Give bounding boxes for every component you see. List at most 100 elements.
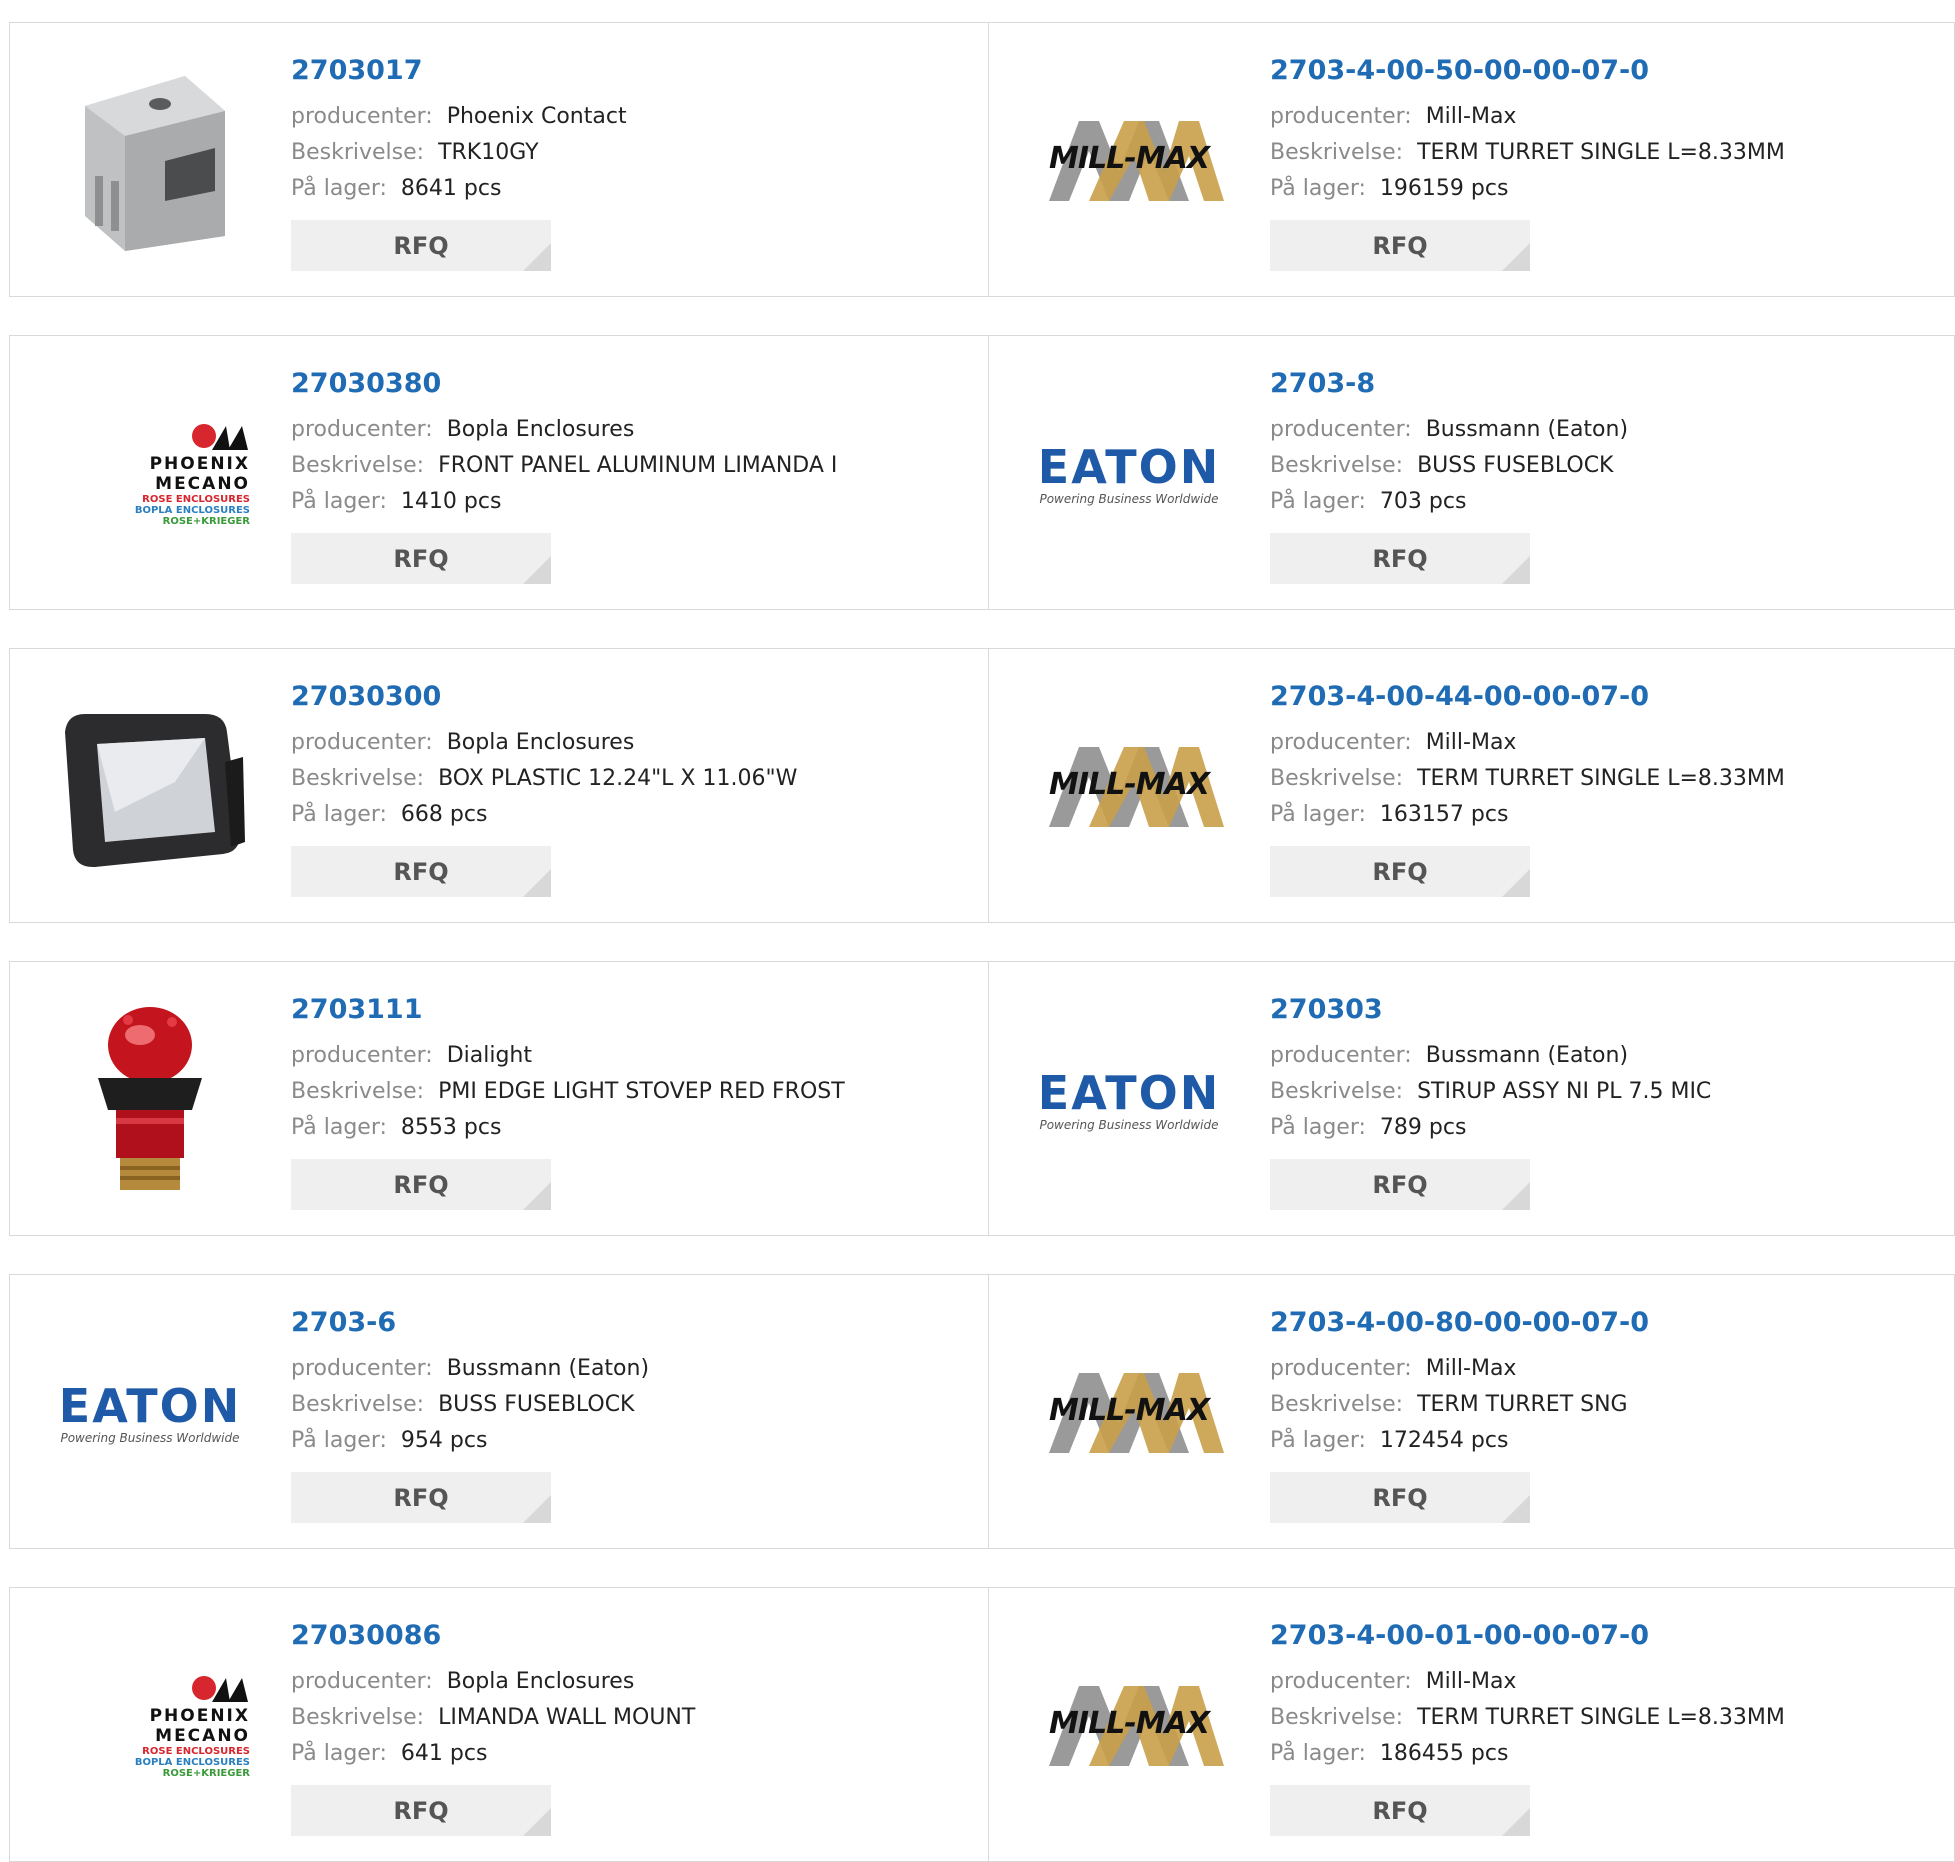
product-card: EATON Powering Business Worldwide 2703-6…: [10, 1275, 988, 1548]
rfq-button[interactable]: RFQ: [1270, 1785, 1530, 1836]
product-image[interactable]: PHOENIX MECANO ROSE ENCLOSURES BOPLA ENC…: [50, 378, 250, 570]
manufacturer-line: producenter: Bussmann (Eaton): [1270, 412, 1930, 448]
product-image[interactable]: MILL-MAX: [1029, 1317, 1229, 1509]
part-number-link[interactable]: 270303: [1270, 992, 1930, 1028]
description-label: Beskrivelse:: [291, 1079, 425, 1104]
product-image[interactable]: [50, 65, 250, 257]
product-info: 27030086 producenter: Bopla Enclosures Be…: [291, 1618, 951, 1836]
product-image[interactable]: [50, 1004, 250, 1196]
part-number-link[interactable]: 2703-4-00-01-00-00-07-0: [1270, 1618, 1930, 1654]
manufacturer-label: producenter:: [291, 1043, 433, 1068]
part-number-link[interactable]: 2703-4-00-80-00-00-07-0: [1270, 1305, 1930, 1341]
corner-fold-icon: [523, 1495, 551, 1523]
corner-fold-icon: [523, 869, 551, 897]
rfq-button[interactable]: RFQ: [1270, 1472, 1530, 1523]
eaton-wordmark: EATON: [1037, 440, 1221, 494]
manufacturer-label: producenter:: [1270, 1356, 1412, 1381]
rfq-label: RFQ: [393, 1170, 449, 1199]
product-row: 27030300 producenter: Bopla Enclosures Be…: [9, 648, 1955, 923]
product-info: 2703017 producenter: Phoenix Contact Besk…: [291, 53, 951, 271]
description-line: Beskrivelse: TERM TURRET SINGLE L=8.33MM: [1270, 1700, 1930, 1736]
part-number-link[interactable]: 2703-4-00-44-00-00-07-0: [1270, 679, 1930, 715]
phoenix-wordmark: PHOENIX MECANO: [149, 1705, 250, 1746]
stock-value: 8553 pcs: [400, 1115, 502, 1140]
part-number-link[interactable]: 27030380: [291, 366, 951, 402]
product-image[interactable]: MILL-MAX: [1029, 1630, 1229, 1822]
product-image[interactable]: [50, 691, 250, 883]
manufacturer-value: Bopla Enclosures: [446, 1669, 635, 1694]
product-image[interactable]: EATON Powering Business Worldwide: [1029, 1004, 1229, 1196]
rfq-button[interactable]: RFQ: [291, 1785, 551, 1836]
phoenix-sub-2: BOPLA ENCLOSURES: [134, 1756, 250, 1768]
corner-fold-icon: [1502, 1808, 1530, 1836]
part-number-link[interactable]: 2703017: [291, 53, 951, 89]
product-image[interactable]: EATON Powering Business Worldwide: [50, 1317, 250, 1509]
corner-fold-icon: [1502, 1495, 1530, 1523]
description-line: Beskrivelse: BUSS FUSEBLOCK: [1270, 448, 1930, 484]
stock-line: På lager: 1410 pcs: [291, 484, 951, 520]
product-info: 2703111 producenter: Dialight Beskrivelse…: [291, 992, 951, 1210]
stock-label: På lager:: [291, 176, 387, 201]
corner-fold-icon: [523, 1182, 551, 1210]
manufacturer-line: producenter: Mill-Max: [1270, 99, 1930, 135]
product-image[interactable]: PHOENIX MECANO ROSE ENCLOSURES BOPLA ENC…: [50, 1630, 250, 1822]
description-value: STIRUP ASSY NI PL 7.5 MIC: [1417, 1079, 1712, 1104]
stock-line: På lager: 641 pcs: [291, 1736, 951, 1772]
part-number-link[interactable]: 2703111: [291, 992, 951, 1028]
rfq-button[interactable]: RFQ: [1270, 846, 1530, 897]
part-number-link[interactable]: 27030300: [291, 679, 951, 715]
stock-value: 703 pcs: [1379, 489, 1467, 514]
description-label: Beskrivelse:: [291, 1392, 425, 1417]
manufacturer-label: producenter:: [291, 417, 433, 442]
corner-fold-icon: [1502, 556, 1530, 584]
stock-value: 163157 pcs: [1379, 802, 1509, 827]
eaton-tagline: Powering Business Worldwide: [60, 1431, 240, 1445]
product-card: MILL-MAX 2703-4-00-44-00-00-07-0 produce…: [988, 649, 1955, 922]
rfq-button[interactable]: RFQ: [291, 846, 551, 897]
description-line: Beskrivelse: PMI EDGE LIGHT STOVEP RED FR…: [291, 1074, 951, 1110]
stock-line: På lager: 954 pcs: [291, 1423, 951, 1459]
rfq-button[interactable]: RFQ: [291, 533, 551, 584]
stock-label: På lager:: [1270, 1428, 1366, 1453]
rfq-button[interactable]: RFQ: [291, 220, 551, 271]
corner-fold-icon: [523, 243, 551, 271]
product-image[interactable]: EATON Powering Business Worldwide: [1029, 378, 1229, 570]
rfq-button[interactable]: RFQ: [1270, 1159, 1530, 1210]
manufacturer-value: Bopla Enclosures: [446, 730, 635, 755]
manufacturer-line: producenter: Bopla Enclosures: [291, 1664, 951, 1700]
product-image[interactable]: MILL-MAX: [1029, 691, 1229, 883]
stock-line: På lager: 8553 pcs: [291, 1110, 951, 1146]
product-card: PHOENIX MECANO ROSE ENCLOSURES BOPLA ENC…: [10, 336, 988, 609]
stock-line: På lager: 196159 pcs: [1270, 171, 1930, 207]
manufacturer-label: producenter:: [291, 730, 433, 755]
stock-label: På lager:: [291, 1741, 387, 1766]
stock-value: 196159 pcs: [1379, 176, 1509, 201]
phoenix-sub-3: ROSE+KRIEGER: [162, 1767, 250, 1779]
rfq-button[interactable]: RFQ: [291, 1159, 551, 1210]
corner-fold-icon: [523, 1808, 551, 1836]
description-value: TRK10GY: [438, 140, 539, 165]
description-line: Beskrivelse: TERM TURRET SINGLE L=8.33MM: [1270, 135, 1930, 171]
rfq-button[interactable]: RFQ: [1270, 533, 1530, 584]
stock-label: På lager:: [1270, 802, 1366, 827]
part-number-link[interactable]: 2703-6: [291, 1305, 951, 1341]
stock-value: 172454 pcs: [1379, 1428, 1509, 1453]
manufacturer-line: producenter: Phoenix Contact: [291, 99, 951, 135]
part-number-link[interactable]: 2703-8: [1270, 366, 1930, 402]
description-label: Beskrivelse:: [291, 453, 425, 478]
description-value: BUSS FUSEBLOCK: [438, 1392, 635, 1417]
rfq-label: RFQ: [1372, 1796, 1428, 1825]
stock-value: 8641 pcs: [400, 176, 502, 201]
rfq-label: RFQ: [393, 1483, 449, 1512]
rfq-label: RFQ: [1372, 544, 1428, 573]
stock-line: På lager: 789 pcs: [1270, 1110, 1930, 1146]
stock-value: 186455 pcs: [1379, 1741, 1509, 1766]
rfq-button[interactable]: RFQ: [1270, 220, 1530, 271]
manufacturer-line: producenter: Bopla Enclosures: [291, 412, 951, 448]
part-number-link[interactable]: 27030086: [291, 1618, 951, 1654]
part-number-link[interactable]: 2703-4-00-50-00-00-07-0: [1270, 53, 1930, 89]
rfq-button[interactable]: RFQ: [291, 1472, 551, 1523]
description-label: Beskrivelse:: [1270, 766, 1404, 791]
product-image[interactable]: MILL-MAX: [1029, 65, 1229, 257]
eaton-wordmark: EATON: [1037, 1066, 1221, 1120]
